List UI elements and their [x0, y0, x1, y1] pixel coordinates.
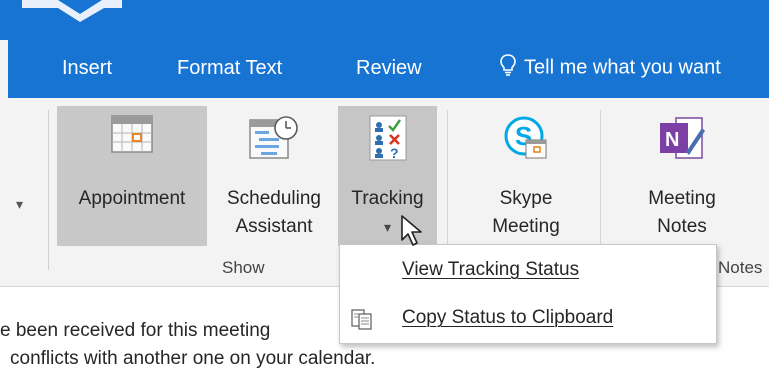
skype-label-line1: Skype — [499, 188, 553, 209]
menu-item-label: Copy Status to Clipboard — [402, 307, 614, 328]
tracking-icon: ? — [368, 114, 408, 167]
ribbon-scroll-left-icon[interactable]: ▾ — [16, 196, 23, 213]
group-separator — [48, 110, 49, 270]
skype-meeting-button[interactable]: S Skype Meeting — [466, 106, 586, 246]
meeting-notes-label-line1: Meeting — [648, 188, 716, 209]
menu-item-label: View Tracking Status — [402, 259, 580, 280]
mouse-pointer-icon — [401, 215, 422, 246]
appointment-button[interactable]: Appointment — [57, 106, 207, 246]
scheduling-label-line2: Assistant — [235, 216, 313, 237]
menu-item-view-tracking-status[interactable]: View Tracking Status — [340, 251, 716, 291]
svg-text:?: ? — [390, 145, 399, 161]
info-line-1: e been received for this meeting — [0, 320, 271, 341]
group-label-notes: Notes — [718, 258, 763, 277]
tab-format-text[interactable]: Format Text — [177, 56, 282, 80]
tell-me-text: Tell me what you want — [524, 56, 721, 79]
meeting-notes-label-line2: Notes — [657, 216, 707, 237]
calendar-icon — [110, 114, 154, 159]
scheduling-assistant-button[interactable]: Scheduling Assistant — [211, 106, 337, 246]
scheduling-icon — [246, 114, 302, 167]
clipboard-icon — [350, 307, 374, 336]
menu-item-copy-status[interactable]: Copy Status to Clipboard — [340, 299, 716, 339]
skype-label-line2: Meeting — [492, 216, 560, 237]
tab-review[interactable]: Review — [356, 56, 422, 80]
lightbulb-icon — [500, 54, 516, 82]
group-label-show: Show — [222, 258, 265, 277]
tell-me-search[interactable]: Tell me what you want — [500, 54, 721, 82]
tracking-dropdown-menu: View Tracking Status Copy Status to Clip… — [339, 244, 717, 344]
tracking-label: Tracking — [351, 188, 424, 209]
active-tab-edge[interactable] — [0, 40, 8, 98]
svg-text:N: N — [665, 129, 679, 151]
app-logo-icon — [22, 0, 122, 22]
info-line-2: conflicts with another one on your calen… — [10, 348, 376, 369]
onenote-icon: N — [658, 114, 706, 167]
scheduling-label-line1: Scheduling — [226, 188, 322, 209]
tab-insert[interactable]: Insert — [62, 56, 112, 80]
appointment-label: Appointment — [78, 188, 186, 209]
skype-icon: S — [502, 114, 550, 167]
meeting-notes-button[interactable]: N Meeting Notes — [622, 106, 742, 246]
